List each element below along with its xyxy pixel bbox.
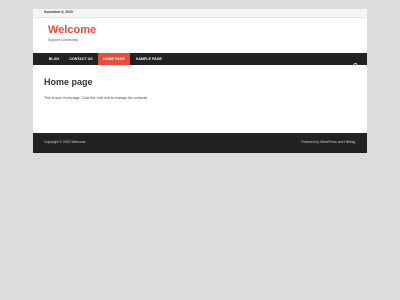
main-content: Home page This is your front page. Click…	[44, 77, 356, 100]
site-title[interactable]: Welcome	[48, 25, 96, 36]
top-bar: November 8, 2020	[33, 9, 367, 18]
site-container: November 8, 2020 Welcome Support Communi…	[33, 9, 367, 153]
nav-item-contact-us[interactable]: CONTACT US	[64, 53, 98, 65]
footer-credit[interactable]: Powered by WordPress and HitMag.	[301, 140, 356, 144]
current-date: November 8, 2020	[44, 10, 73, 14]
nav-item-home-page[interactable]: HOME PAGE	[98, 53, 130, 65]
main-navigation: BLOG CONTACT US HOME PAGE SAMPLE PAGE	[33, 53, 367, 69]
site-branding: Welcome Support Community	[48, 25, 96, 43]
site-description: Support Community	[48, 38, 78, 42]
site-footer: Copyright © 2020 Welcome. Powered by Wor…	[33, 133, 367, 153]
page-content: This is your front page. Click the 'edit…	[44, 96, 148, 100]
search-icon[interactable]	[353, 56, 359, 69]
nav-item-sample-page[interactable]: SAMPLE PAGE	[130, 53, 168, 65]
page-title: Home page	[44, 77, 93, 87]
nav-item-blog[interactable]: BLOG	[44, 53, 64, 65]
footer-copyright: Copyright © 2020 Welcome.	[44, 140, 87, 144]
